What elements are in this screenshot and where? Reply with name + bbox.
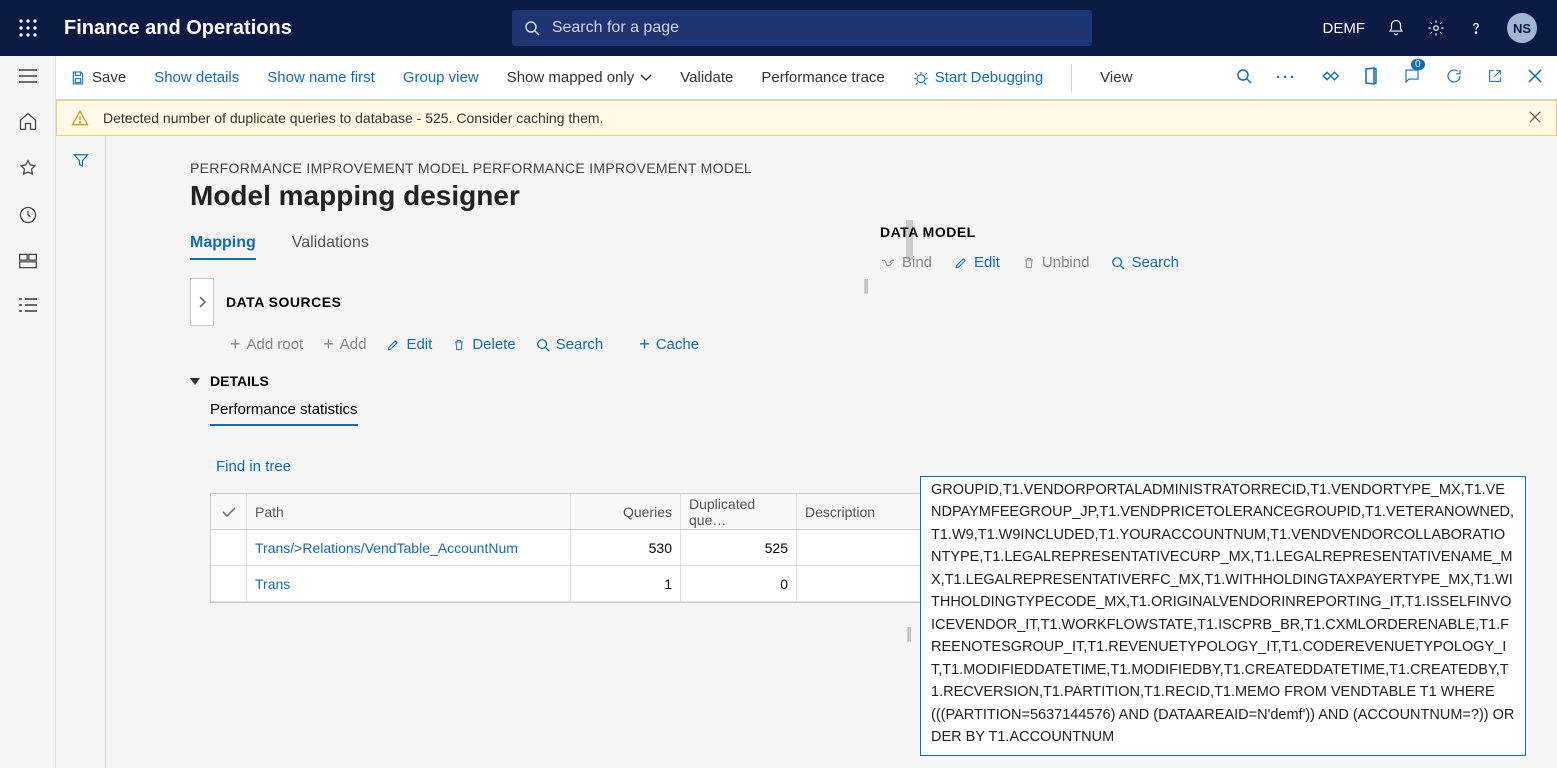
warning-icon bbox=[71, 109, 89, 127]
tab-mapping[interactable]: Mapping bbox=[190, 234, 256, 260]
filter-column bbox=[56, 136, 106, 768]
home-icon[interactable] bbox=[18, 111, 38, 136]
global-search[interactable]: Search for a page bbox=[512, 10, 1092, 46]
path-link[interactable]: Trans bbox=[247, 566, 571, 601]
add-root-button: +Add root bbox=[230, 334, 303, 355]
help-icon[interactable] bbox=[1467, 19, 1485, 37]
more-icon[interactable]: ··· bbox=[1276, 69, 1297, 86]
ds-edit-button[interactable]: Edit bbox=[386, 334, 432, 355]
gear-icon[interactable] bbox=[1427, 19, 1445, 37]
col-path[interactable]: Path bbox=[247, 494, 571, 529]
dm-unbind-button: Unbind bbox=[1022, 254, 1090, 271]
chevron-down-icon bbox=[640, 74, 652, 82]
search-placeholder: Search for a page bbox=[552, 19, 679, 37]
attach-icon[interactable] bbox=[1321, 69, 1339, 87]
header-right: DEMF NS bbox=[1323, 13, 1557, 43]
datasources-actions: +Add root +Add Edit Delete Search +Cache bbox=[230, 334, 1557, 355]
save-icon bbox=[70, 70, 86, 86]
hamburger-icon[interactable] bbox=[18, 68, 38, 89]
global-header: Finance and Operations Search for a page… bbox=[0, 0, 1557, 56]
view-button[interactable]: View bbox=[1100, 69, 1132, 86]
action-pane: Save Show details Show name first Group … bbox=[56, 56, 1557, 100]
dm-bind-button: Bind bbox=[880, 254, 932, 271]
dm-edit-button[interactable]: Edit bbox=[954, 254, 1000, 271]
dm-search-button[interactable]: Search bbox=[1111, 254, 1179, 271]
show-mapped-dropdown[interactable]: Show mapped only bbox=[507, 69, 653, 86]
grid-row[interactable]: Trans 1 0 bbox=[211, 566, 921, 602]
ds-delete-button[interactable]: Delete bbox=[452, 334, 515, 355]
page-title: Model mapping designer bbox=[190, 180, 1557, 212]
start-debugging-button[interactable]: Start Debugging bbox=[913, 69, 1043, 86]
warning-text: Detected number of duplicate queries to … bbox=[103, 110, 603, 126]
office-icon[interactable] bbox=[1363, 67, 1379, 89]
splitter-grip-icon[interactable]: ║ bbox=[905, 627, 914, 641]
select-all[interactable] bbox=[211, 494, 247, 529]
data-model-title: DATA MODEL bbox=[880, 224, 1531, 240]
ds-cache-button[interactable]: +Cache bbox=[639, 334, 699, 355]
path-link[interactable]: Trans/>Relations/VendTable_AccountNum bbox=[247, 530, 571, 565]
col-description[interactable]: Description bbox=[797, 494, 921, 529]
data-model-actions: Bind Edit Unbind Search bbox=[880, 254, 1531, 271]
datasources-title: DATA SOURCES bbox=[226, 294, 341, 310]
performance-trace-button[interactable]: Performance trace bbox=[761, 69, 884, 86]
validate-button[interactable]: Validate bbox=[680, 69, 733, 86]
add-button: +Add bbox=[323, 334, 366, 355]
col-queries[interactable]: Queries bbox=[571, 494, 681, 529]
workspace-icon[interactable] bbox=[18, 252, 38, 275]
bell-icon[interactable] bbox=[1387, 19, 1405, 37]
close-icon[interactable] bbox=[1527, 68, 1543, 88]
messages-icon[interactable]: 0 bbox=[1403, 67, 1421, 89]
message-close-icon[interactable] bbox=[1528, 110, 1542, 127]
toolbar-right: ··· 0 bbox=[1236, 67, 1543, 89]
toolbar-search-icon[interactable] bbox=[1236, 68, 1252, 88]
app-launcher-icon[interactable] bbox=[0, 19, 56, 37]
save-button[interactable]: Save bbox=[70, 69, 126, 86]
splitter-grip-icon[interactable]: ║ bbox=[862, 279, 1531, 293]
message-bar: Detected number of duplicate queries to … bbox=[56, 100, 1557, 136]
star-icon[interactable] bbox=[18, 158, 38, 183]
debug-icon bbox=[913, 70, 929, 86]
company-code[interactable]: DEMF bbox=[1323, 20, 1366, 37]
search-icon bbox=[524, 20, 540, 36]
show-name-first-button[interactable]: Show name first bbox=[267, 69, 375, 86]
nav-rail bbox=[0, 56, 56, 768]
datasources-expand[interactable] bbox=[190, 278, 214, 326]
recent-icon[interactable] bbox=[18, 205, 38, 230]
sql-query-textbox[interactable]: GROUPID,T1.VENDORPORTALADMINISTRATORRECI… bbox=[920, 476, 1526, 756]
col-duplicated[interactable]: Duplicated que… bbox=[681, 494, 797, 529]
data-model-panel: DATA MODEL Bind Edit Unbind Search ║ bbox=[880, 224, 1531, 293]
toolbar-divider bbox=[1071, 64, 1072, 92]
performance-grid: Path Queries Duplicated que… Description… bbox=[210, 493, 922, 603]
details-header[interactable]: DETAILS bbox=[190, 373, 1557, 389]
modules-icon[interactable] bbox=[18, 297, 38, 318]
show-details-button[interactable]: Show details bbox=[154, 69, 239, 86]
tab-performance-statistics[interactable]: Performance statistics bbox=[210, 401, 358, 426]
app-title: Finance and Operations bbox=[64, 17, 292, 40]
grid-row[interactable]: Trans/>Relations/VendTable_AccountNum 53… bbox=[211, 530, 921, 566]
popout-icon[interactable] bbox=[1487, 68, 1503, 88]
group-view-button[interactable]: Group view bbox=[403, 69, 479, 86]
user-avatar[interactable]: NS bbox=[1507, 13, 1537, 43]
ds-search-button[interactable]: Search bbox=[536, 334, 604, 355]
grid-header: Path Queries Duplicated que… Description bbox=[211, 494, 921, 530]
refresh-icon[interactable] bbox=[1445, 67, 1463, 89]
filter-icon[interactable] bbox=[72, 152, 90, 768]
find-in-tree-link[interactable]: Find in tree bbox=[216, 458, 1557, 475]
breadcrumb: PERFORMANCE IMPROVEMENT MODEL PERFORMANC… bbox=[190, 160, 1557, 176]
tab-validations[interactable]: Validations bbox=[292, 234, 369, 260]
